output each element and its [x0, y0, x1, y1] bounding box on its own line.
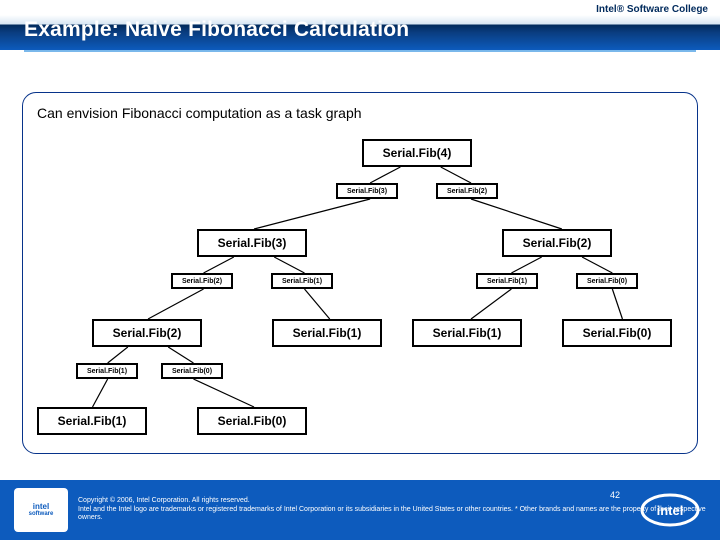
- node-m1b: Serial.Fib(1): [412, 319, 522, 347]
- footer-logo-top: intel: [33, 503, 49, 511]
- node-r0: Serial.Fib(0): [562, 319, 672, 347]
- node-l3: Serial.Fib(3): [197, 229, 307, 257]
- header-band: Intel® Software College Example: Naive F…: [0, 0, 720, 50]
- node-r2-left-small: Serial.Fib(1): [476, 273, 538, 289]
- node-root-right-small: Serial.Fib(2): [436, 183, 498, 199]
- content-frame: Can envision Fibonacci computation as a …: [22, 92, 698, 454]
- task-graph: Serial.Fib(4) Serial.Fib(3) Serial.Fib(2…: [37, 139, 683, 449]
- node-root: Serial.Fib(4): [362, 139, 472, 167]
- lead-text: Can envision Fibonacci computation as a …: [37, 105, 683, 121]
- slide-title: Example: Naive Fibonacci Calculation: [24, 18, 409, 42]
- footer-logo-left: intel software: [14, 488, 68, 532]
- header-underline: [24, 50, 696, 52]
- footer-logo-sub: software: [29, 511, 54, 517]
- header-tag: Intel® Software College: [596, 4, 708, 15]
- node-root-left-small: Serial.Fib(3): [336, 183, 398, 199]
- node-m1a: Serial.Fib(1): [272, 319, 382, 347]
- node-l2: Serial.Fib(2): [92, 319, 202, 347]
- node-r2-right-small: Serial.Fib(0): [576, 273, 638, 289]
- node-r2: Serial.Fib(2): [502, 229, 612, 257]
- node-b1: Serial.Fib(1): [37, 407, 147, 435]
- svg-text:intel: intel: [657, 503, 684, 518]
- slide: Intel® Software College Example: Naive F…: [0, 0, 720, 540]
- footer-line2: Intel and the Intel logo are trademarks …: [78, 506, 712, 524]
- footer-logo-right: intel: [638, 490, 702, 530]
- page-number: 42: [610, 490, 620, 500]
- node-l3-left-small: Serial.Fib(2): [171, 273, 233, 289]
- node-l2-left-small: Serial.Fib(1): [76, 363, 138, 379]
- footer-text: Copyright © 2006, Intel Corporation. All…: [78, 497, 720, 523]
- node-l3-right-small: Serial.Fib(1): [271, 273, 333, 289]
- node-l2-right-small: Serial.Fib(0): [161, 363, 223, 379]
- footer-bar: intel software Copyright © 2006, Intel C…: [0, 480, 720, 540]
- node-b0: Serial.Fib(0): [197, 407, 307, 435]
